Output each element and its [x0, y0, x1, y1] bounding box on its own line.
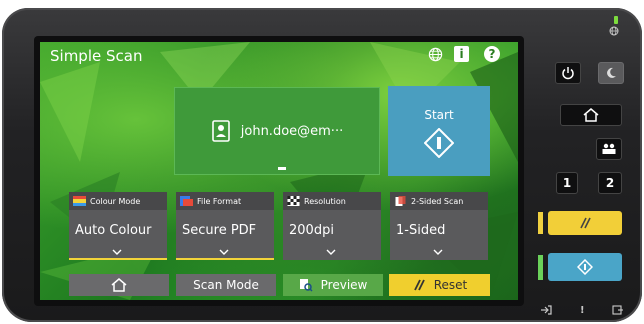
- preview-label: Preview: [320, 278, 368, 292]
- two-sided-scan-label: 2-Sided Scan: [411, 196, 464, 206]
- start-button[interactable]: Start: [388, 86, 490, 176]
- hardware-home-button[interactable]: [560, 104, 622, 126]
- destination-tile[interactable]: john.doe@em···: [174, 87, 380, 175]
- chevron-down-icon: [326, 249, 336, 255]
- pdf-icon: [180, 196, 193, 206]
- screen-title: Simple Scan: [50, 47, 143, 65]
- info-icon[interactable]: i: [454, 46, 469, 62]
- preview-icon: [299, 279, 313, 292]
- chevron-down-icon: [433, 249, 443, 255]
- energy-saver-button[interactable]: [598, 62, 624, 84]
- chevron-down-icon: [112, 249, 122, 255]
- users-icon: [602, 143, 616, 154]
- start-diamond-icon: [577, 259, 593, 275]
- two-sided-scan-value: 1-Sided: [396, 223, 446, 238]
- colour-mode-label: Colour Mode: [90, 196, 141, 206]
- resolution-label: Resolution: [304, 196, 346, 206]
- power-icon: [562, 67, 574, 80]
- moon-icon: [607, 67, 616, 78]
- contact-card-icon: [211, 120, 230, 142]
- home-icon: [583, 108, 599, 122]
- start-label: Start: [424, 108, 454, 122]
- start-diamond-icon: [424, 128, 454, 158]
- resolution-setting[interactable]: Resolution 200dpi: [283, 192, 381, 260]
- reset-icon: [580, 217, 591, 229]
- reset-button[interactable]: Reset: [389, 274, 490, 296]
- user-switch-button[interactable]: [596, 138, 622, 160]
- resolution-value: 200dpi: [289, 223, 334, 238]
- reset-label: Reset: [433, 278, 468, 292]
- colour-mode-setting[interactable]: Colour Mode Auto Colour: [69, 192, 167, 260]
- resolution-icon: [287, 196, 300, 206]
- destination-address: john.doe@em···: [240, 123, 344, 139]
- globe-icon[interactable]: [426, 45, 444, 63]
- selected-indicator: [176, 258, 274, 260]
- scan-mode-button[interactable]: Scan Mode: [176, 274, 276, 296]
- two-sided-scan-setting[interactable]: 2-Sided Scan 1-Sided: [390, 192, 488, 260]
- file-format-value: Secure PDF: [182, 223, 257, 238]
- duplex-icon: [395, 196, 406, 206]
- colour-mode-value: Auto Colour: [75, 223, 152, 238]
- home-icon: [111, 278, 127, 292]
- function-key-2[interactable]: 2: [598, 172, 622, 194]
- chevron-down-icon: [219, 249, 229, 255]
- login-icon: [540, 305, 552, 318]
- file-format-setting[interactable]: File Format Secure PDF: [176, 192, 274, 260]
- hardware-reset-button[interactable]: [548, 211, 622, 235]
- selected-indicator: [69, 258, 167, 260]
- help-icon[interactable]: ?: [484, 46, 500, 62]
- destination-scroll-indicator: [278, 167, 286, 170]
- reset-key-indicator: [538, 212, 543, 234]
- file-format-label: File Format: [197, 196, 242, 206]
- home-button[interactable]: [69, 274, 169, 296]
- touch-screen: Simple Scan i ? john.doe@em··· Start Col…: [40, 42, 518, 300]
- start-key-indicator: [538, 255, 543, 280]
- preview-button[interactable]: Preview: [283, 274, 383, 296]
- hardware-start-button[interactable]: [548, 253, 622, 281]
- scan-mode-label: Scan Mode: [193, 278, 259, 292]
- colour-mode-icon: [73, 196, 86, 206]
- data-icon: [612, 305, 624, 318]
- function-key-1[interactable]: 1: [556, 172, 578, 194]
- power-button[interactable]: [555, 62, 581, 84]
- hardware-globe-icon: [609, 26, 619, 39]
- power-led: [614, 16, 618, 24]
- reset-icon: [413, 279, 425, 291]
- alert-icon: !: [580, 305, 585, 316]
